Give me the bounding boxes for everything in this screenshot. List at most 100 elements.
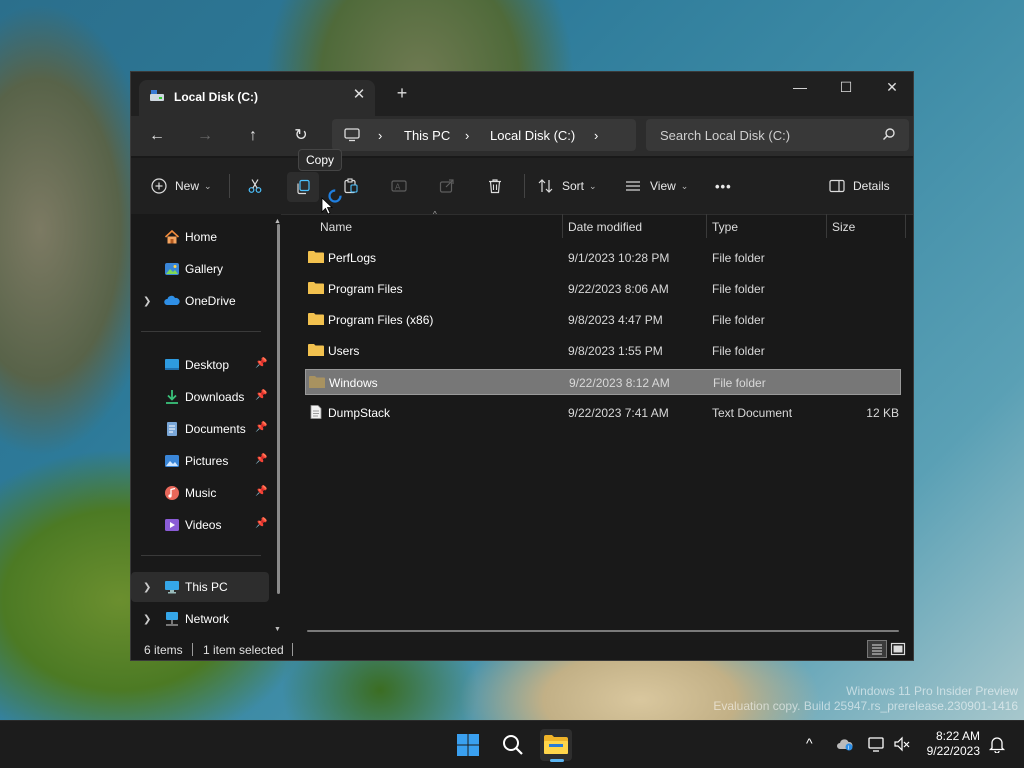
watermark-line-1: Windows 11 Pro Insider Preview bbox=[846, 684, 1018, 698]
search-box[interactable]: Search Local Disk (C:) bbox=[646, 119, 909, 151]
breadcrumb-separator[interactable]: › bbox=[594, 128, 598, 143]
view-button[interactable]: View ⌄ bbox=[625, 172, 688, 200]
pin-icon[interactable]: 📌 bbox=[255, 454, 267, 465]
column-divider[interactable] bbox=[562, 214, 563, 238]
maximize-button[interactable]: ☐ bbox=[823, 72, 869, 102]
notification-button[interactable] bbox=[988, 735, 1006, 756]
sidebar-item-network[interactable]: ❯ Network bbox=[131, 604, 269, 634]
pin-icon[interactable]: 📌 bbox=[255, 390, 267, 401]
table-row-selected[interactable]: Windows 9/22/2023 8:12 AM File folder bbox=[305, 369, 901, 395]
file-type: File folder bbox=[713, 376, 766, 390]
sidebar-item-pictures[interactable]: Pictures 📌 bbox=[131, 446, 269, 476]
details-view-button[interactable] bbox=[867, 640, 887, 658]
close-button[interactable]: ✕ bbox=[869, 72, 915, 102]
music-icon bbox=[165, 486, 179, 500]
sidebar-item-label: Network bbox=[185, 612, 230, 626]
file-name: Program Files bbox=[328, 282, 403, 296]
tab-close-icon[interactable]: ✕ bbox=[351, 87, 367, 103]
sidebar-item-videos[interactable]: Videos 📌 bbox=[131, 510, 269, 540]
downloads-icon bbox=[166, 390, 178, 404]
pin-icon[interactable]: 📌 bbox=[255, 486, 267, 497]
delete-button[interactable] bbox=[487, 172, 503, 200]
new-tab-button[interactable]: + bbox=[393, 84, 411, 102]
search-input[interactable]: Search Local Disk (C:) bbox=[660, 128, 790, 143]
cut-button[interactable] bbox=[247, 172, 263, 200]
refresh-button[interactable]: ↻ bbox=[285, 122, 317, 150]
horizontal-scrollbar[interactable] bbox=[307, 630, 899, 632]
rename-button[interactable]: A bbox=[391, 172, 407, 200]
chevron-right-icon[interactable]: ❯ bbox=[143, 614, 151, 625]
sidebar-scrollbar[interactable] bbox=[277, 224, 280, 594]
share-button[interactable] bbox=[439, 172, 455, 200]
clock[interactable]: 8:22 AM 9/22/2023 bbox=[918, 729, 980, 759]
copy-button[interactable] bbox=[287, 172, 319, 202]
chevron-down-icon: ⌄ bbox=[589, 180, 597, 191]
sidebar-item-this-pc[interactable]: ❯ This PC bbox=[131, 572, 269, 602]
divider bbox=[141, 331, 261, 332]
sort-button[interactable]: Sort ⌄ bbox=[538, 172, 597, 200]
pin-icon[interactable]: 📌 bbox=[255, 422, 267, 433]
status-bar: 6 items 1 item selected bbox=[131, 638, 913, 660]
tab-local-disk[interactable]: Local Disk (C:) ✕ bbox=[139, 80, 375, 116]
large-icons-view-button[interactable] bbox=[889, 640, 907, 658]
breadcrumb-separator[interactable]: › bbox=[465, 128, 469, 143]
breadcrumb-separator[interactable]: › bbox=[378, 128, 382, 143]
paste-button[interactable] bbox=[343, 172, 359, 200]
back-button[interactable]: ← bbox=[141, 122, 173, 150]
start-button[interactable] bbox=[452, 729, 484, 761]
clock-time: 8:22 AM bbox=[935, 729, 980, 743]
onedrive-icon bbox=[164, 295, 180, 305]
sidebar-item-downloads[interactable]: Downloads 📌 bbox=[131, 382, 269, 412]
minimize-button[interactable]: — bbox=[777, 72, 823, 102]
network-tray-icon[interactable] bbox=[868, 735, 886, 756]
chevron-right-icon[interactable]: ❯ bbox=[143, 582, 151, 593]
sidebar-item-desktop[interactable]: Desktop 📌 bbox=[131, 350, 269, 380]
column-type[interactable]: Type bbox=[712, 220, 738, 234]
sidebar-item-gallery[interactable]: Gallery bbox=[131, 254, 269, 284]
table-row[interactable]: Program Files 9/22/2023 8:06 AM File fol… bbox=[305, 276, 901, 302]
search-taskbar-button[interactable] bbox=[497, 729, 529, 761]
watermark-line-2: Evaluation copy. Build 25947.rs_prerelea… bbox=[713, 699, 1018, 713]
sidebar-item-music[interactable]: Music 📌 bbox=[131, 478, 269, 508]
column-date-modified[interactable]: Date modified bbox=[568, 220, 642, 234]
table-row[interactable]: DumpStack 9/22/2023 7:41 AM Text Documen… bbox=[305, 400, 901, 426]
folder-icon bbox=[308, 251, 324, 263]
volume-tray-icon[interactable] bbox=[893, 735, 911, 756]
folder-icon bbox=[309, 376, 325, 388]
column-divider[interactable] bbox=[706, 214, 707, 238]
up-button[interactable]: ↑ bbox=[237, 122, 269, 150]
sort-label: Sort bbox=[562, 179, 585, 193]
column-size[interactable]: Size bbox=[832, 220, 855, 234]
column-divider[interactable] bbox=[905, 214, 906, 238]
forward-button[interactable]: → bbox=[189, 122, 221, 150]
breadcrumb-this-pc[interactable]: This PC bbox=[404, 128, 450, 143]
column-divider[interactable] bbox=[826, 214, 827, 238]
windows-logo-icon bbox=[457, 734, 479, 756]
sidebar-item-documents[interactable]: Documents 📌 bbox=[131, 414, 269, 444]
details-button[interactable]: Details bbox=[829, 172, 890, 200]
table-row[interactable]: PerfLogs 9/1/2023 10:28 PM File folder bbox=[305, 245, 901, 271]
new-button[interactable]: New ⌄ bbox=[151, 172, 212, 200]
file-explorer-taskbar-button[interactable] bbox=[540, 729, 572, 762]
sidebar-item-home[interactable]: Home bbox=[131, 222, 269, 252]
file-type: File folder bbox=[712, 313, 765, 327]
pin-icon[interactable]: 📌 bbox=[255, 518, 267, 529]
table-row[interactable]: Program Files (x86) 9/8/2023 4:47 PM Fil… bbox=[305, 307, 901, 333]
sidebar-item-onedrive[interactable]: ❯ OneDrive bbox=[131, 286, 269, 316]
this-pc-icon bbox=[165, 581, 179, 594]
table-row[interactable]: Users 9/8/2023 1:55 PM File folder bbox=[305, 338, 901, 364]
column-name[interactable]: Name bbox=[320, 220, 352, 234]
chevron-up-icon[interactable]: ^ bbox=[806, 735, 813, 751]
chevron-right-icon[interactable]: ❯ bbox=[143, 296, 151, 307]
scroll-down-arrow-icon[interactable]: ▼ bbox=[274, 626, 281, 633]
file-type: Text Document bbox=[712, 406, 793, 420]
divider bbox=[229, 174, 230, 198]
busy-spinner-icon bbox=[328, 189, 342, 203]
breadcrumb-local-disk[interactable]: Local Disk (C:) bbox=[490, 128, 575, 143]
pin-icon[interactable]: 📌 bbox=[255, 358, 267, 369]
more-options-button[interactable]: ••• bbox=[715, 172, 732, 200]
sidebar-item-label: OneDrive bbox=[185, 294, 236, 308]
onedrive-tray-icon[interactable]: i bbox=[836, 737, 854, 754]
folder-icon bbox=[308, 313, 324, 325]
breadcrumb[interactable]: › This PC › Local Disk (C:) › bbox=[332, 119, 636, 151]
